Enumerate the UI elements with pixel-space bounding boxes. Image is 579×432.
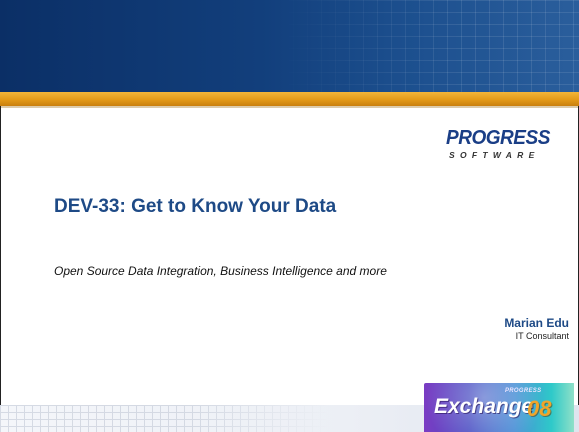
slide-title: DEV-33: Get to Know Your Data — [54, 196, 337, 217]
exchange-logo-brand: PROGRESS — [505, 388, 542, 394]
header-grid-pattern — [279, 0, 579, 92]
exchange-08-logo: PROGRESS Exchange 08 — [424, 383, 574, 432]
progress-logo-sub: SOFTWARE — [449, 150, 540, 160]
slide: PROGRESS SOFTWARE DEV-33: Get to Know Yo… — [0, 0, 579, 432]
gold-band — [0, 92, 579, 106]
frame-left-border — [0, 106, 1, 405]
gold-band-shadow — [0, 106, 579, 108]
progress-logo-word: PROGRESS — [446, 127, 550, 149]
presenter-role: IT Consultant — [515, 331, 569, 341]
progress-software-logo: PROGRESS SOFTWARE — [446, 128, 568, 168]
presenter-block: Marian Edu IT Consultant — [504, 316, 569, 342]
bottom-grid-pattern — [0, 405, 330, 432]
presenter-name: Marian Edu — [504, 316, 569, 330]
exchange-logo-word: Exchange — [434, 395, 534, 418]
exchange-logo-year: 08 — [527, 396, 552, 421]
slide-subtitle: Open Source Data Integration, Business I… — [54, 264, 387, 278]
